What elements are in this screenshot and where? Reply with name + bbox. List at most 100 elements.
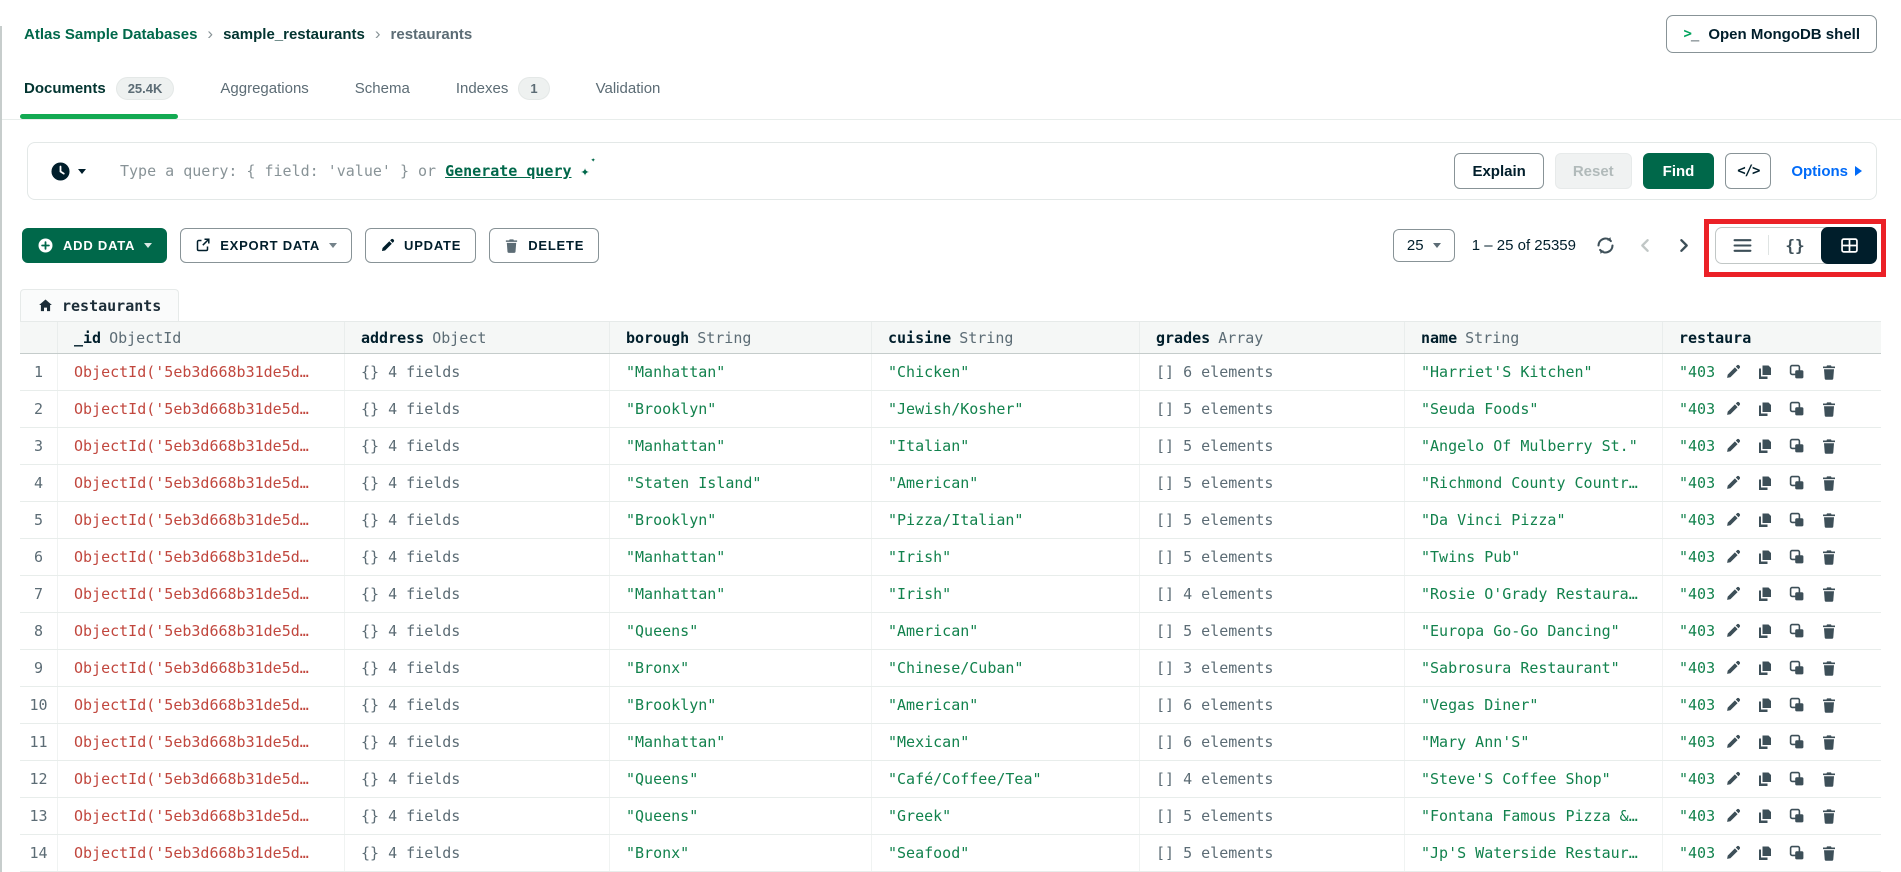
breadcrumb-database-group[interactable]: Atlas Sample Databases — [24, 26, 197, 43]
cell-grades[interactable]: [] 5 elements — [1140, 539, 1405, 575]
delete-button[interactable]: DELETE — [489, 228, 599, 263]
cell-cuisine[interactable]: "Italian" — [872, 428, 1140, 464]
cell-id[interactable]: ObjectId('5eb3d668b31de5d… — [58, 465, 345, 501]
column-header-restaurant-id[interactable]: restaura — [1663, 322, 1881, 353]
cell-cuisine[interactable]: "Irish" — [872, 539, 1140, 575]
column-header-cuisine[interactable]: cuisineString — [872, 322, 1140, 353]
cell-address[interactable]: {} 4 fields — [345, 465, 610, 501]
copy-document-button[interactable] — [1756, 697, 1773, 714]
edit-document-button[interactable] — [1724, 364, 1741, 381]
cell-id[interactable]: ObjectId('5eb3d668b31de5d… — [58, 761, 345, 797]
edit-document-button[interactable] — [1724, 697, 1741, 714]
cell-cuisine[interactable]: "Jewish/Kosher" — [872, 391, 1140, 427]
delete-document-button[interactable] — [1820, 660, 1837, 677]
cell-cuisine[interactable]: "American" — [872, 687, 1140, 723]
cell-name[interactable]: "Europa Go-Go Dancing" — [1405, 613, 1663, 649]
cell-id[interactable]: ObjectId('5eb3d668b31de5d… — [58, 391, 345, 427]
column-header-name[interactable]: nameString — [1405, 322, 1663, 353]
edit-document-button[interactable] — [1724, 734, 1741, 751]
cell-borough[interactable]: "Bronx" — [610, 650, 872, 686]
copy-document-button[interactable] — [1756, 401, 1773, 418]
cell-address[interactable]: {} 4 fields — [345, 428, 610, 464]
cell-name[interactable]: "Richmond County Country … — [1405, 465, 1663, 501]
cell-grades[interactable]: [] 3 elements — [1140, 650, 1405, 686]
list-view-button[interactable] — [1716, 228, 1768, 263]
cell-borough[interactable]: "Queens" — [610, 761, 872, 797]
query-bar[interactable]: Type a query: { field: 'value' } or Gene… — [27, 142, 1877, 200]
query-input[interactable]: Type a query: { field: 'value' } or Gene… — [120, 162, 590, 180]
copy-document-button[interactable] — [1756, 845, 1773, 862]
delete-document-button[interactable] — [1820, 845, 1837, 862]
cell-grades[interactable]: [] 4 elements — [1140, 761, 1405, 797]
code-view-button[interactable]: </> — [1725, 153, 1771, 189]
cell-grades[interactable]: [] 5 elements — [1140, 465, 1405, 501]
cell-cuisine[interactable]: "Seafood" — [872, 835, 1140, 871]
copy-document-button[interactable] — [1756, 475, 1773, 492]
cell-name[interactable]: "Mary Ann'S" — [1405, 724, 1663, 760]
cell-name[interactable]: "Angelo Of Mulberry St." — [1405, 428, 1663, 464]
cell-grades[interactable]: [] 4 elements — [1140, 576, 1405, 612]
tab-indexes[interactable]: Indexes 1 — [456, 58, 550, 119]
collection-breadcrumb-tab[interactable]: restaurants — [20, 289, 179, 321]
cell-grades[interactable]: [] 5 elements — [1140, 835, 1405, 871]
cell-id[interactable]: ObjectId('5eb3d668b31de5d… — [58, 835, 345, 871]
cell-cuisine[interactable]: "Café/Coffee/Tea" — [872, 761, 1140, 797]
clone-document-button[interactable] — [1788, 549, 1805, 566]
copy-document-button[interactable] — [1756, 808, 1773, 825]
cell-address[interactable]: {} 4 fields — [345, 576, 610, 612]
cell-address[interactable]: {} 4 fields — [345, 539, 610, 575]
cell-address[interactable]: {} 4 fields — [345, 650, 610, 686]
cell-id[interactable]: ObjectId('5eb3d668b31de5d… — [58, 576, 345, 612]
edit-document-button[interactable] — [1724, 401, 1741, 418]
copy-document-button[interactable] — [1756, 771, 1773, 788]
cell-address[interactable]: {} 4 fields — [345, 613, 610, 649]
cell-grades[interactable]: [] 5 elements — [1140, 613, 1405, 649]
add-data-button[interactable]: ADD DATA — [22, 228, 167, 263]
clone-document-button[interactable] — [1788, 401, 1805, 418]
cell-id[interactable]: ObjectId('5eb3d668b31de5d… — [58, 428, 345, 464]
clone-document-button[interactable] — [1788, 697, 1805, 714]
edit-document-button[interactable] — [1724, 475, 1741, 492]
cell-id[interactable]: ObjectId('5eb3d668b31de5d… — [58, 798, 345, 834]
tab-aggregations[interactable]: Aggregations — [220, 58, 308, 119]
cell-grades[interactable]: [] 5 elements — [1140, 502, 1405, 538]
find-button[interactable]: Find — [1643, 153, 1715, 189]
cell-address[interactable]: {} 4 fields — [345, 724, 610, 760]
delete-document-button[interactable] — [1820, 734, 1837, 751]
cell-cuisine[interactable]: "American" — [872, 465, 1140, 501]
column-header-address[interactable]: addressObject — [345, 322, 610, 353]
cell-grades[interactable]: [] 6 elements — [1140, 354, 1405, 390]
generate-query-link[interactable]: Generate query — [445, 162, 571, 180]
edit-document-button[interactable] — [1724, 845, 1741, 862]
cell-grades[interactable]: [] 6 elements — [1140, 724, 1405, 760]
copy-document-button[interactable] — [1756, 734, 1773, 751]
clone-document-button[interactable] — [1788, 808, 1805, 825]
cell-id[interactable]: ObjectId('5eb3d668b31de5d… — [58, 354, 345, 390]
copy-document-button[interactable] — [1756, 549, 1773, 566]
cell-borough[interactable]: "Queens" — [610, 613, 872, 649]
cell-cuisine[interactable]: "Irish" — [872, 576, 1140, 612]
cell-cuisine[interactable]: "Mexican" — [872, 724, 1140, 760]
cell-name[interactable]: "Twins Pub" — [1405, 539, 1663, 575]
cell-address[interactable]: {} 4 fields — [345, 798, 610, 834]
cell-borough[interactable]: "Queens" — [610, 798, 872, 834]
tab-validation[interactable]: Validation — [596, 58, 661, 119]
cell-name[interactable]: "Rosie O'Grady Restaurant" — [1405, 576, 1663, 612]
edit-document-button[interactable] — [1724, 623, 1741, 640]
edit-document-button[interactable] — [1724, 549, 1741, 566]
tab-schema[interactable]: Schema — [355, 58, 410, 119]
cell-address[interactable]: {} 4 fields — [345, 391, 610, 427]
clone-document-button[interactable] — [1788, 586, 1805, 603]
delete-document-button[interactable] — [1820, 549, 1837, 566]
cell-cuisine[interactable]: "Pizza/Italian" — [872, 502, 1140, 538]
cell-id[interactable]: ObjectId('5eb3d668b31de5d… — [58, 502, 345, 538]
cell-name[interactable]: "Seuda Foods" — [1405, 391, 1663, 427]
delete-document-button[interactable] — [1820, 697, 1837, 714]
delete-document-button[interactable] — [1820, 475, 1837, 492]
clone-document-button[interactable] — [1788, 660, 1805, 677]
cell-borough[interactable]: "Brooklyn" — [610, 687, 872, 723]
cell-borough[interactable]: "Manhattan" — [610, 576, 872, 612]
edit-document-button[interactable] — [1724, 438, 1741, 455]
clone-document-button[interactable] — [1788, 771, 1805, 788]
cell-name[interactable]: "Fontana Famous Pizza & G… — [1405, 798, 1663, 834]
